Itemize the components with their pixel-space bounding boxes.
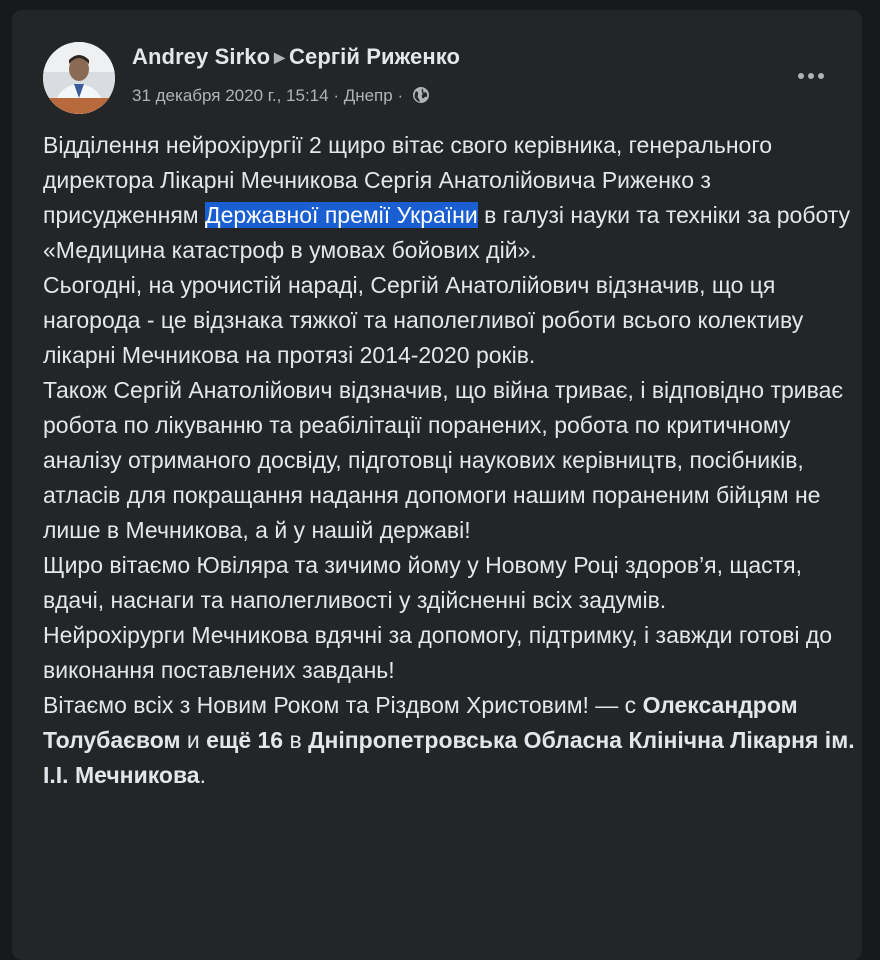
paragraph-3: Також Сергій Анатолійович відзначив, що …: [43, 377, 844, 543]
paragraph-6: Вітаємо всіх з Новим Роком та Різдвом Хр…: [43, 688, 863, 793]
text-segment: в: [283, 727, 309, 753]
paragraph-2: Сьогодні, на урочистій нараді, Сергій Ан…: [43, 272, 804, 368]
text-segment: .: [199, 762, 206, 788]
meta-separator: ·: [392, 86, 408, 105]
post-body: Відділення нейрохірургії 2 щиро вітає св…: [43, 128, 863, 793]
recipient-name[interactable]: Сергій Риженко: [289, 44, 460, 69]
meta-separator: ·: [328, 86, 344, 105]
author-name[interactable]: Andrey Sirko: [132, 44, 270, 69]
highlighted-text: Державної премії України: [205, 202, 478, 228]
text-segment: и: [180, 727, 207, 753]
globe-icon[interactable]: [412, 86, 430, 109]
more-dot: [808, 73, 814, 79]
avatar[interactable]: [43, 42, 115, 114]
avatar-photo: [43, 42, 115, 114]
more-dot: [798, 73, 804, 79]
paragraph-4: Щиро вітаємо Ювіляра та зичимо йому у Но…: [43, 552, 802, 613]
post-card: Andrey Sirko ▶ Сергій Риженко 31 декабря 2…: [12, 10, 862, 960]
post-meta: 31 декабря 2020 г., 15:14 · Днепр ·: [132, 86, 430, 109]
paragraph-5: Нейрохірурги Мечникова вдячні за допомог…: [43, 622, 833, 683]
more-options-icon[interactable]: [794, 66, 828, 86]
post-date[interactable]: 31 декабря 2020 г., 15:14: [132, 86, 329, 105]
author-line: Andrey Sirko ▶ Сергій Риженко: [132, 44, 460, 70]
paragraph-1: Відділення нейрохірургії 2 щиро вітає св…: [43, 128, 863, 268]
arrow-right-icon: ▶: [274, 49, 286, 65]
tagged-others-link[interactable]: ещё 16: [206, 727, 283, 753]
text-segment: Вітаємо всіх з Новим Роком та Різдвом Хр…: [43, 692, 643, 718]
more-dot: [818, 73, 824, 79]
post-location[interactable]: Днепр: [344, 86, 393, 105]
